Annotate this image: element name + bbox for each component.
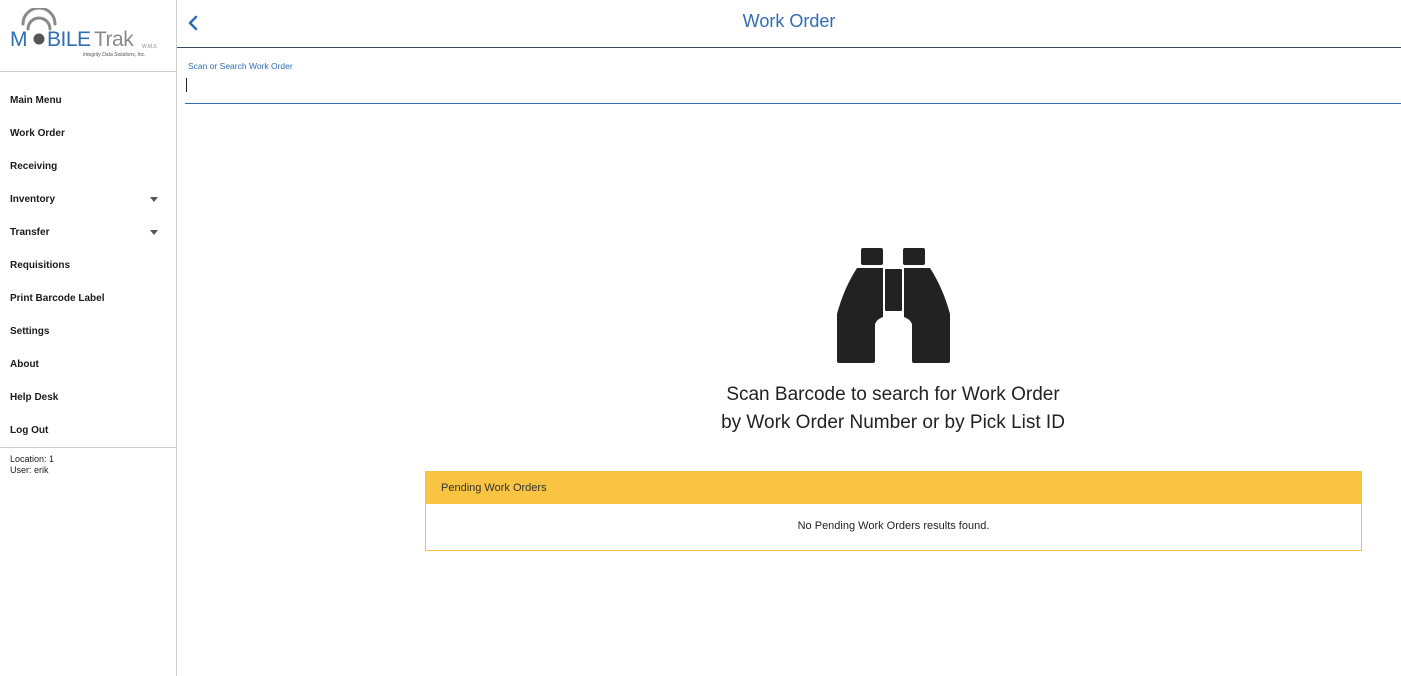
- page-title: Work Order: [742, 11, 836, 31]
- sidebar-item-requisitions[interactable]: Requisitions: [0, 249, 176, 282]
- pending-work-orders-panel: Pending Work Orders No Pending Work Orde…: [425, 471, 1362, 551]
- app-logo: M BILE Trak W.M.S Integrity Data Solutio…: [0, 0, 176, 72]
- empty-state-message: Scan Barcode to search for Work Order by…: [593, 381, 1193, 437]
- sidebar-item-label: Inventory: [10, 194, 56, 205]
- panel-empty-message: No Pending Work Orders results found.: [797, 520, 990, 532]
- sidebar-item-label: Transfer: [10, 227, 50, 238]
- sidebar-item-label: Receiving: [10, 161, 58, 172]
- page-header: Work Order: [177, 0, 1401, 48]
- sidebar-item-log-out[interactable]: Log Out: [0, 414, 176, 447]
- search-label: Scan or Search Work Order: [188, 61, 293, 71]
- sidebar-item-label: About: [10, 359, 39, 370]
- sidebar-item-label: Print Barcode Label: [10, 293, 105, 304]
- logo-wordmark: BILE: [47, 28, 91, 51]
- sidebar-item-print-barcode-label[interactable]: Print Barcode Label: [0, 282, 176, 315]
- logo-company: Integrity Data Solutions, Inc.: [83, 52, 146, 58]
- svg-text:Trak: Trak: [94, 28, 134, 51]
- mobiletrak-logo: M BILE Trak W.M.S Integrity Data Solutio…: [10, 8, 157, 58]
- text-cursor: [186, 78, 187, 92]
- sidebar-item-label: Work Order: [10, 128, 65, 139]
- empty-state-line-1: Scan Barcode to search for Work Order: [726, 384, 1060, 405]
- sidebar-item-about[interactable]: About: [0, 348, 176, 381]
- sidebar-item-transfer[interactable]: Transfer: [0, 216, 176, 249]
- work-order-search-input[interactable]: [185, 74, 1401, 104]
- sidebar-item-label: Main Menu: [10, 95, 62, 106]
- sidebar-item-inventory[interactable]: Inventory: [0, 183, 176, 216]
- empty-state-line-2: by Work Order Number or by Pick List ID: [721, 412, 1065, 433]
- sidebar-item-work-order[interactable]: Work Order: [0, 117, 176, 150]
- sidebar-item-label: Log Out: [10, 425, 49, 436]
- sidebar-item-settings[interactable]: Settings: [0, 315, 176, 348]
- sidebar-item-receiving[interactable]: Receiving: [0, 150, 176, 183]
- sidebar-divider: [0, 447, 176, 448]
- location-text: Location: 1: [10, 454, 55, 464]
- sidebar-item-main-menu[interactable]: Main Menu: [0, 84, 176, 117]
- logo-suffix: W.M.S: [142, 44, 157, 50]
- panel-header: Pending Work Orders: [426, 472, 1361, 504]
- sidebar-item-label: Settings: [10, 326, 50, 337]
- sidebar: M BILE Trak W.M.S Integrity Data Solutio…: [0, 0, 177, 676]
- chevron-down-icon: [150, 197, 158, 202]
- session-status: Location: 1 User: erik: [10, 454, 54, 475]
- chevron-down-icon: [150, 230, 158, 235]
- user-text: User: erik: [10, 464, 49, 475]
- sidebar-item-label: Help Desk: [10, 392, 59, 403]
- svg-text:M: M: [10, 28, 27, 51]
- binoculars-icon: [836, 248, 951, 368]
- sidebar-item-help-desk[interactable]: Help Desk: [0, 381, 176, 414]
- sidebar-item-label: Requisitions: [10, 260, 71, 271]
- sidebar-nav: Main Menu Work Order Receiving Inventory…: [0, 84, 176, 447]
